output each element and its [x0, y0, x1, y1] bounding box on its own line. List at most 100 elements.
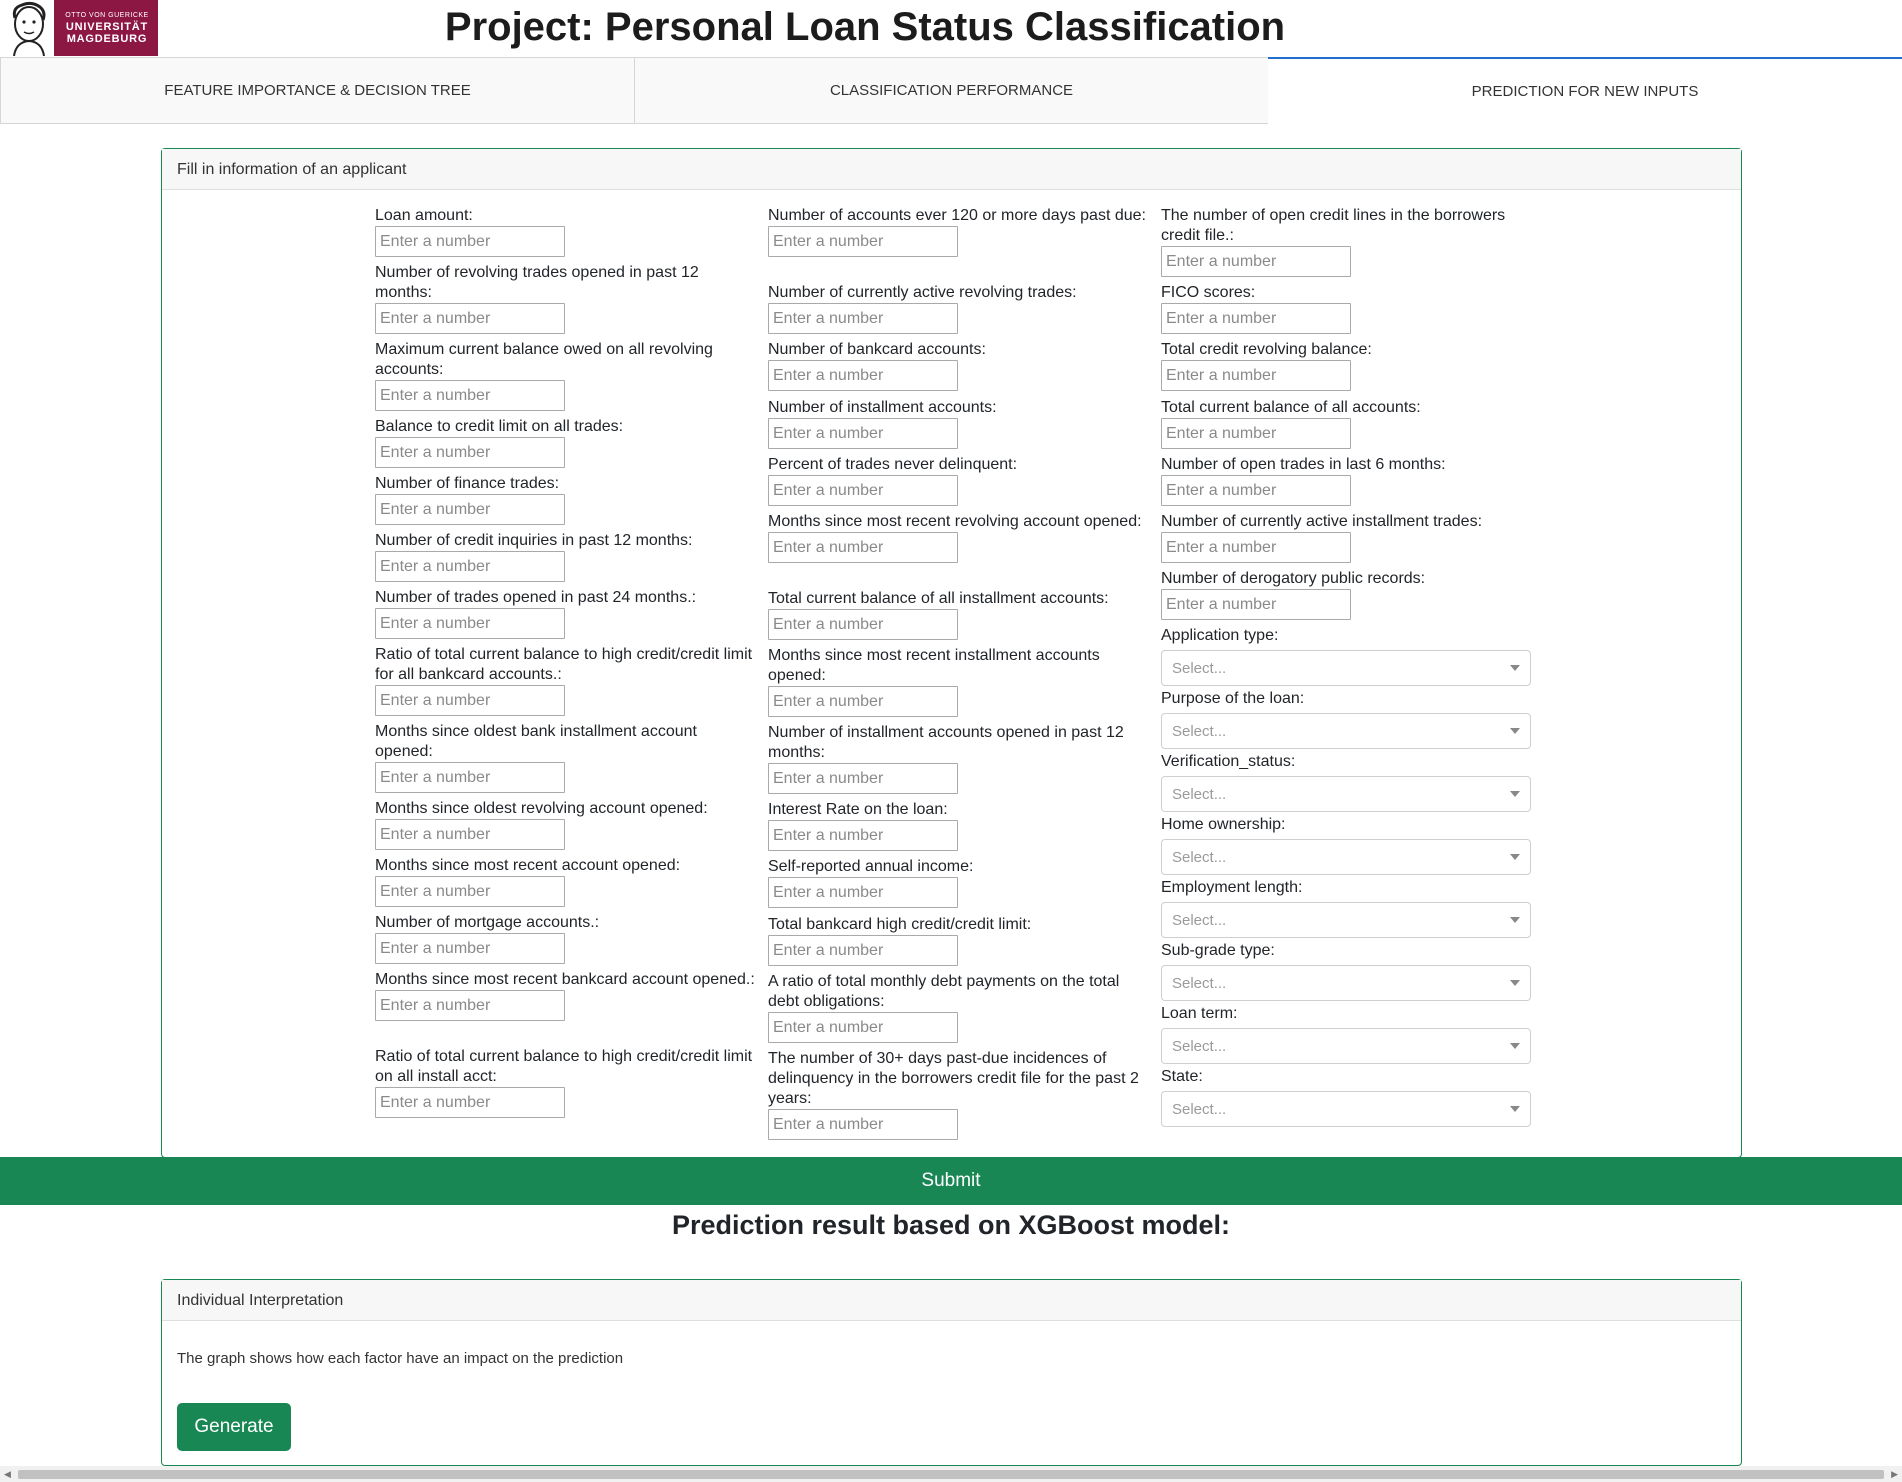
- number-input[interactable]: [1161, 475, 1351, 506]
- prediction-result-title: Prediction result based on XGBoost model…: [671, 1210, 1231, 1240]
- number-input[interactable]: [768, 1109, 958, 1140]
- tab-bar: FEATURE IMPORTANCE & DECISION TREE CLASS…: [0, 57, 1902, 124]
- field-label: Total current balance of all accounts:: [1161, 399, 1421, 416]
- number-input[interactable]: [375, 494, 565, 525]
- field-purpose-of-the-loan: Purpose of the loan: Select...: [1161, 689, 1541, 749]
- field-number-of-installment-accounts: Number of installment accounts:: [768, 398, 1148, 449]
- number-input[interactable]: [768, 303, 958, 334]
- field-label: Ratio of total current balance to high c…: [375, 1048, 753, 1085]
- field-maximum-current-balance-owed-on-all-revo: Maximum current balance owed on all revo…: [375, 340, 755, 411]
- number-input[interactable]: [1161, 418, 1351, 449]
- interpretation-card-header: Individual Interpretation: [162, 1280, 1741, 1321]
- number-input[interactable]: [375, 303, 565, 334]
- number-input[interactable]: [375, 876, 565, 907]
- number-input[interactable]: [1161, 246, 1351, 277]
- number-input[interactable]: [768, 877, 958, 908]
- number-input[interactable]: [768, 226, 958, 257]
- field-label: Loan amount:: [375, 207, 473, 224]
- scroll-right-icon[interactable]: ▶: [1891, 1469, 1898, 1480]
- number-input[interactable]: [768, 820, 958, 851]
- field-sub-grade-type: Sub-grade type: Select...: [1161, 941, 1541, 1001]
- interpretation-text: The graph shows how each factor have an …: [177, 1350, 624, 1367]
- field-label: Number of bankcard accounts:: [768, 341, 986, 358]
- number-input[interactable]: [375, 380, 565, 411]
- number-input[interactable]: [1161, 303, 1351, 334]
- select-placeholder: Select...: [1172, 659, 1227, 677]
- field-self-reported-annual-income: Self-reported annual income:: [768, 857, 1148, 908]
- field-label: Ratio of total current balance to high c…: [375, 646, 753, 683]
- number-input[interactable]: [768, 686, 958, 717]
- number-input[interactable]: [375, 762, 565, 793]
- field-loan-amount: Loan amount:: [375, 206, 755, 257]
- field-application-type: Application type: Select...: [1161, 626, 1541, 686]
- field-label: Total bankcard high credit/credit limit:: [768, 916, 1032, 933]
- field-label: State:: [1161, 1068, 1203, 1085]
- number-input[interactable]: [1161, 360, 1351, 391]
- field-label: Number of open trades in last 6 months:: [1161, 456, 1446, 473]
- scrollbar-thumb[interactable]: [18, 1470, 1884, 1479]
- field-label: Months since most recent revolving accou…: [768, 513, 1142, 530]
- select-placeholder: Select...: [1172, 1037, 1227, 1055]
- field-total-credit-revolving-balance: Total credit revolving balance:: [1161, 340, 1541, 391]
- field-percent-of-trades-never-delinquent: Percent of trades never delinquent:: [768, 455, 1148, 506]
- number-input[interactable]: [768, 763, 958, 794]
- field-number-of-currently-active-installment-t: Number of currently active installment t…: [1161, 512, 1541, 563]
- select-dropdown[interactable]: Select...: [1161, 1091, 1531, 1127]
- field-number-of-installment-accounts-opened-in: Number of installment accounts opened in…: [768, 723, 1148, 794]
- number-input[interactable]: [768, 418, 958, 449]
- tab-feature-importance[interactable]: FEATURE IMPORTANCE & DECISION TREE: [0, 57, 634, 124]
- select-dropdown[interactable]: Select...: [1161, 713, 1531, 749]
- number-input[interactable]: [768, 935, 958, 966]
- field-number-of-derogatory-public-records: Number of derogatory public records:: [1161, 569, 1541, 620]
- number-input[interactable]: [375, 608, 565, 639]
- number-input[interactable]: [768, 1012, 958, 1043]
- select-dropdown[interactable]: Select...: [1161, 965, 1531, 1001]
- number-input[interactable]: [768, 532, 958, 563]
- field-label: Number of credit inquiries in past 12 mo…: [375, 532, 693, 549]
- number-input[interactable]: [375, 551, 565, 582]
- select-placeholder: Select...: [1172, 848, 1227, 866]
- number-input[interactable]: [375, 226, 565, 257]
- chevron-down-icon: [1510, 728, 1520, 734]
- submit-button[interactable]: Submit: [0, 1157, 1902, 1205]
- select-dropdown[interactable]: Select...: [1161, 650, 1531, 686]
- number-input[interactable]: [375, 437, 565, 468]
- field-number-of-trades-opened-in-past-24-month: Number of trades opened in past 24 month…: [375, 588, 755, 639]
- field-number-of-mortgage-accounts: Number of mortgage accounts.:: [375, 913, 755, 964]
- number-input[interactable]: [1161, 589, 1351, 620]
- field-fico-scores: FICO scores:: [1161, 283, 1541, 334]
- number-input[interactable]: [1161, 532, 1351, 563]
- number-input[interactable]: [768, 360, 958, 391]
- field-label: Purpose of the loan:: [1161, 690, 1305, 707]
- field-number-of-credit-inquiries-in-past-12-mo: Number of credit inquiries in past 12 mo…: [375, 531, 755, 582]
- select-dropdown[interactable]: Select...: [1161, 776, 1531, 812]
- select-dropdown[interactable]: Select...: [1161, 839, 1531, 875]
- number-input[interactable]: [375, 819, 565, 850]
- field-label: Number of installment accounts opened in…: [768, 724, 1124, 761]
- field-label: Loan term:: [1161, 1005, 1238, 1022]
- field-months-since-most-recent-revolving-accou: Months since most recent revolving accou…: [768, 512, 1148, 563]
- select-dropdown[interactable]: Select...: [1161, 1028, 1531, 1064]
- horizontal-scrollbar[interactable]: ◀ ▶: [0, 1466, 1902, 1482]
- scroll-left-icon[interactable]: ◀: [4, 1469, 11, 1480]
- number-input[interactable]: [375, 990, 565, 1021]
- select-placeholder: Select...: [1172, 785, 1227, 803]
- field-loan-term: Loan term: Select...: [1161, 1004, 1541, 1064]
- field-label: Number of currently active installment t…: [1161, 513, 1483, 530]
- number-input[interactable]: [375, 933, 565, 964]
- select-dropdown[interactable]: Select...: [1161, 902, 1531, 938]
- field-the-number-of-30-days-past-due-incidence: The number of 30+ days past-due incidenc…: [768, 1049, 1148, 1140]
- generate-button[interactable]: Generate: [177, 1403, 291, 1451]
- number-input[interactable]: [768, 609, 958, 640]
- number-input[interactable]: [375, 1087, 565, 1118]
- number-input[interactable]: [375, 685, 565, 716]
- tab-prediction-new-inputs[interactable]: PREDICTION FOR NEW INPUTS: [1268, 57, 1902, 124]
- applicant-form-card: Fill in information of an applicant Loan…: [161, 148, 1742, 1158]
- field-number-of-bankcard-accounts: Number of bankcard accounts:: [768, 340, 1148, 391]
- field-months-since-oldest-revolving-account-op: Months since oldest revolving account op…: [375, 799, 755, 850]
- tab-classification-performance[interactable]: CLASSIFICATION PERFORMANCE: [634, 57, 1268, 124]
- number-input[interactable]: [768, 475, 958, 506]
- field-label: The number of open credit lines in the b…: [1161, 207, 1506, 244]
- chevron-down-icon: [1510, 791, 1520, 797]
- select-placeholder: Select...: [1172, 722, 1227, 740]
